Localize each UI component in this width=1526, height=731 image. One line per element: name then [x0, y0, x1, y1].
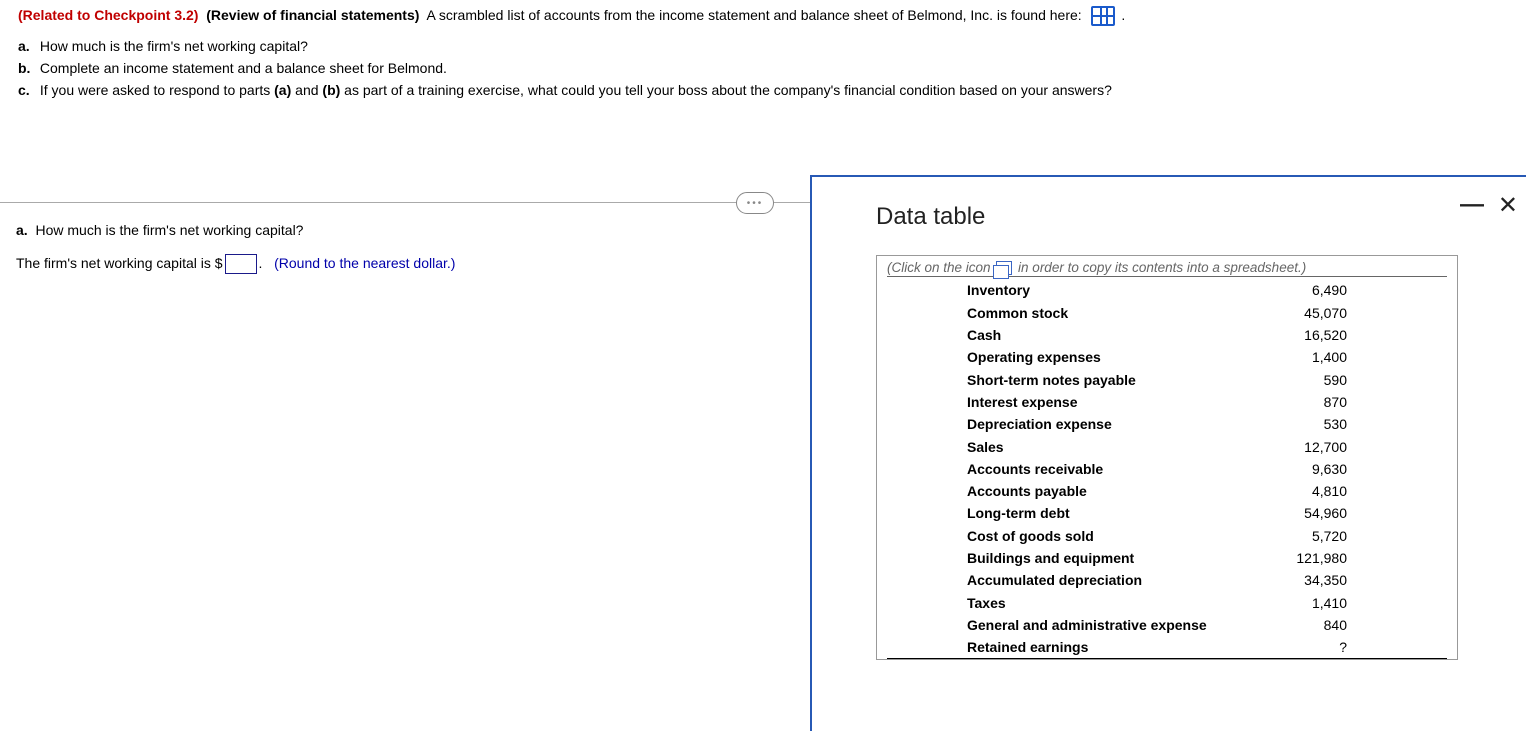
table-row: Retained earnings? [887, 636, 1447, 659]
header-period: . [1121, 7, 1125, 23]
row-label: Accumulated depreciation [887, 569, 1266, 591]
question-a: a. How much is the firm's net working ca… [18, 36, 1508, 58]
data-panel: — ✕ Data table (Click on the icon in ord… [810, 175, 1526, 731]
row-value: 870 [1266, 391, 1447, 413]
row-label: Accounts payable [887, 480, 1266, 502]
row-value: 16,520 [1266, 324, 1447, 346]
subject-label: (Review of financial statements) [206, 7, 419, 23]
answer-hint: (Round to the nearest dollar.) [274, 255, 455, 271]
minimize-icon[interactable]: — [1460, 191, 1484, 219]
row-value: 121,980 [1266, 547, 1447, 569]
row-label: Taxes [887, 592, 1266, 614]
table-row: Accounts receivable9,630 [887, 458, 1447, 480]
row-value: 34,350 [1266, 569, 1447, 591]
table-container: (Click on the icon in order to copy its … [876, 255, 1458, 660]
question-c-pre: If you were asked to respond to parts [40, 82, 274, 98]
table-row: Cash16,520 [887, 324, 1447, 346]
note-pre: (Click on the icon [887, 260, 994, 275]
question-c-post: as part of a training exercise, what cou… [340, 82, 1112, 98]
row-label: General and administrative expense [887, 614, 1266, 636]
answer-post: . [259, 255, 263, 271]
row-label: Depreciation expense [887, 413, 1266, 435]
table-row: Operating expenses1,400 [887, 346, 1447, 368]
row-label: Cost of goods sold [887, 525, 1266, 547]
answer-input[interactable] [225, 254, 257, 274]
row-label: Accounts receivable [887, 458, 1266, 480]
table-row: General and administrative expense840 [887, 614, 1447, 636]
question-a-text: How much is the firm's net working capit… [40, 38, 308, 54]
row-label: Buildings and equipment [887, 547, 1266, 569]
table-row: Taxes1,410 [887, 592, 1447, 614]
question-c-and: and [291, 82, 322, 98]
table-row: Inventory6,490 [887, 279, 1447, 301]
table-note: (Click on the icon in order to copy its … [887, 260, 1447, 277]
problem-header: (Related to Checkpoint 3.2) (Review of f… [0, 0, 1526, 101]
row-label: Inventory [887, 279, 1266, 301]
row-label: Common stock [887, 302, 1266, 324]
row-value: 530 [1266, 413, 1447, 435]
row-value: 54,960 [1266, 502, 1447, 524]
header-line: (Related to Checkpoint 3.2) (Review of f… [18, 6, 1508, 26]
row-value: 590 [1266, 369, 1447, 391]
section-divider [0, 202, 810, 203]
panel-title: Data table [876, 203, 1480, 231]
row-label: Cash [887, 324, 1266, 346]
row-value: 9,630 [1266, 458, 1447, 480]
copy-icon[interactable] [996, 261, 1012, 275]
row-label: Long-term debt [887, 502, 1266, 524]
table-row: Sales12,700 [887, 436, 1447, 458]
row-value: 5,720 [1266, 525, 1447, 547]
question-c-b: (b) [322, 82, 340, 98]
row-value: 1,400 [1266, 346, 1447, 368]
row-value: 6,490 [1266, 279, 1447, 301]
row-label: Short-term notes payable [887, 369, 1266, 391]
data-table-icon[interactable] [1091, 6, 1115, 26]
table-row: Buildings and equipment121,980 [887, 547, 1447, 569]
answer-question: a. How much is the firm's net working ca… [16, 222, 776, 238]
table-row: Accounts payable4,810 [887, 480, 1447, 502]
row-value: 45,070 [1266, 302, 1447, 324]
table-row: Depreciation expense530 [887, 413, 1447, 435]
question-b: b. Complete an income statement and a ba… [18, 58, 1508, 80]
answer-pre: The firm's net working capital is $ [16, 255, 223, 271]
page-root: (Related to Checkpoint 3.2) (Review of f… [0, 0, 1526, 731]
checkpoint-ref: (Related to Checkpoint 3.2) [18, 7, 198, 23]
answer-area: a. How much is the firm's net working ca… [16, 222, 776, 288]
answer-question-text: How much is the firm's net working capit… [35, 222, 303, 238]
divider-handle[interactable]: ••• [736, 192, 774, 214]
table-row: Common stock45,070 [887, 302, 1447, 324]
row-value: 840 [1266, 614, 1447, 636]
row-value: 4,810 [1266, 480, 1447, 502]
row-value: 1,410 [1266, 592, 1447, 614]
table-row: Long-term debt54,960 [887, 502, 1447, 524]
row-label: Interest expense [887, 391, 1266, 413]
lead-text: A scrambled list of accounts from the in… [426, 7, 1081, 23]
table-row: Accumulated depreciation34,350 [887, 569, 1447, 591]
close-icon[interactable]: ✕ [1498, 191, 1518, 220]
question-c: c. If you were asked to respond to parts… [18, 80, 1508, 102]
question-c-a: (a) [274, 82, 291, 98]
table-row: Cost of goods sold5,720 [887, 525, 1447, 547]
question-b-text: Complete an income statement and a balan… [40, 60, 447, 76]
table-row: Short-term notes payable590 [887, 369, 1447, 391]
row-value: 12,700 [1266, 436, 1447, 458]
table-row: Interest expense870 [887, 391, 1447, 413]
question-list: a. How much is the firm's net working ca… [18, 36, 1508, 101]
row-label: Sales [887, 436, 1266, 458]
answer-line: The firm's net working capital is $. (Ro… [16, 252, 776, 274]
answer-label: a. [16, 222, 28, 238]
row-value: ? [1266, 636, 1447, 659]
row-label: Operating expenses [887, 346, 1266, 368]
note-post: in order to copy its contents into a spr… [1014, 260, 1306, 275]
data-table: Inventory6,490Common stock45,070Cash16,5… [887, 279, 1447, 659]
row-label: Retained earnings [887, 636, 1266, 659]
